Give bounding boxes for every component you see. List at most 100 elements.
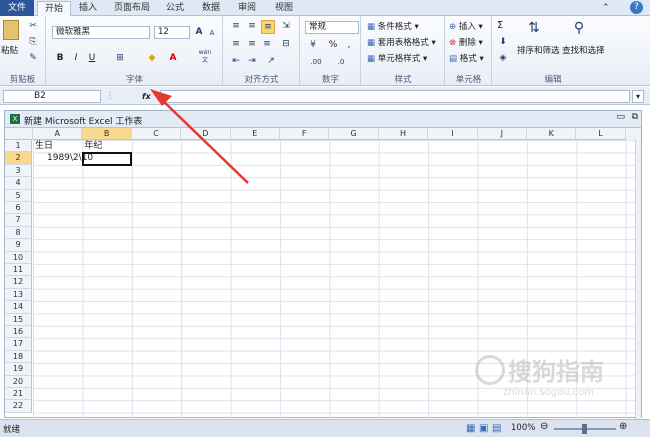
align-left-icon[interactable]: ≡ bbox=[230, 38, 242, 50]
column-header-k[interactable]: K bbox=[527, 128, 577, 140]
cell-b1[interactable]: 年纪 bbox=[84, 140, 163, 152]
row-header-10[interactable]: 10 bbox=[5, 251, 32, 264]
number-format-select[interactable]: 常规 bbox=[305, 21, 359, 34]
column-header-j[interactable]: J bbox=[477, 128, 527, 140]
clear-icon[interactable]: ◈ bbox=[497, 52, 509, 64]
merge-center-icon[interactable]: ⊟ bbox=[279, 38, 293, 50]
delete-cells-button[interactable]: ⊗ 删除 ▾ bbox=[449, 36, 483, 48]
format-painter-icon[interactable]: ✎ bbox=[27, 52, 39, 64]
view-normal-icon[interactable]: ▦ bbox=[466, 423, 475, 434]
font-name-select[interactable]: 微软雅黑 bbox=[52, 26, 150, 39]
align-bottom-icon[interactable]: ≡ bbox=[261, 20, 275, 34]
phonetic-icon[interactable]: wén 文 bbox=[197, 49, 213, 65]
row-header-20[interactable]: 20 bbox=[5, 375, 32, 388]
tab-review[interactable]: 审阅 bbox=[231, 1, 263, 16]
vertical-scrollbar[interactable] bbox=[635, 140, 641, 419]
fill-icon[interactable]: ⬇ bbox=[497, 36, 509, 48]
column-header-i[interactable]: I bbox=[428, 128, 478, 140]
zoom-out-icon[interactable]: ⊖ bbox=[540, 421, 548, 432]
autosum-button[interactable]: Σ bbox=[497, 20, 503, 31]
tab-formulas[interactable]: 公式 bbox=[159, 1, 191, 16]
minimize-ribbon-icon[interactable]: ⌃ bbox=[602, 1, 610, 16]
row-header-12[interactable]: 12 bbox=[5, 276, 32, 289]
increase-decimal-button[interactable]: .00 bbox=[306, 56, 326, 68]
row-header-7[interactable]: 7 bbox=[5, 214, 32, 227]
align-center-icon[interactable]: ≡ bbox=[246, 38, 258, 50]
conditional-formatting-button[interactable]: ▦ 条件格式 ▾ bbox=[367, 20, 419, 32]
cell-grid[interactable] bbox=[33, 140, 641, 419]
align-middle-icon[interactable]: ≡ bbox=[246, 20, 258, 32]
tab-insert[interactable]: 插入 bbox=[72, 1, 104, 16]
row-header-15[interactable]: 15 bbox=[5, 313, 32, 326]
column-header-a[interactable]: A bbox=[33, 128, 83, 140]
row-header-8[interactable]: 8 bbox=[5, 226, 32, 240]
shrink-font-icon[interactable]: A bbox=[207, 27, 217, 39]
format-cells-button[interactable]: ▤ 格式 ▾ bbox=[449, 52, 484, 64]
row-header-21[interactable]: 21 bbox=[5, 388, 32, 401]
column-header-f[interactable]: F bbox=[280, 128, 330, 140]
active-cell-selection[interactable] bbox=[82, 152, 132, 166]
grow-font-icon[interactable]: A bbox=[193, 26, 205, 38]
paste-icon[interactable] bbox=[3, 20, 19, 40]
currency-icon[interactable]: ¥ bbox=[306, 39, 320, 51]
column-header-d[interactable]: D bbox=[181, 128, 231, 140]
find-select-label[interactable]: 查找和选择 bbox=[562, 44, 605, 56]
tab-file[interactable]: 文件 bbox=[0, 0, 34, 16]
column-header-g[interactable]: G bbox=[329, 128, 379, 140]
decrease-decimal-button[interactable]: .0 bbox=[331, 56, 351, 68]
help-icon[interactable]: ? bbox=[630, 1, 643, 14]
bold-button[interactable]: B bbox=[54, 52, 66, 64]
sort-filter-icon[interactable]: ⇅ bbox=[524, 19, 544, 37]
formula-input[interactable] bbox=[160, 90, 630, 103]
orientation-icon[interactable]: ↗ bbox=[264, 55, 278, 67]
window-minimize-icon[interactable]: ▭ bbox=[616, 112, 625, 122]
zoom-level[interactable]: 100% bbox=[511, 423, 535, 433]
tab-home[interactable]: 开始 bbox=[37, 1, 72, 17]
fill-color-icon[interactable]: ◆ bbox=[145, 52, 159, 64]
row-header-17[interactable]: 17 bbox=[5, 338, 32, 351]
row-header-19[interactable]: 19 bbox=[5, 363, 32, 376]
window-restore-icon[interactable]: ⧉ bbox=[632, 112, 638, 122]
column-header-h[interactable]: H bbox=[378, 128, 429, 140]
underline-button[interactable]: U bbox=[86, 52, 98, 64]
row-header-3[interactable]: 3 bbox=[5, 164, 32, 178]
column-header-b[interactable]: B bbox=[82, 128, 132, 140]
italic-button[interactable]: I bbox=[70, 52, 82, 64]
row-header-22[interactable]: 22 bbox=[5, 400, 32, 413]
decrease-indent-icon[interactable]: ⇤ bbox=[230, 55, 242, 67]
zoom-in-icon[interactable]: ⊕ bbox=[619, 421, 627, 432]
increase-indent-icon[interactable]: ⇥ bbox=[246, 55, 258, 67]
paste-label[interactable]: 粘贴 bbox=[1, 44, 18, 56]
font-color-icon[interactable]: A bbox=[167, 52, 179, 64]
copy-icon[interactable]: ⎘ bbox=[27, 36, 39, 48]
row-header-1[interactable]: 1 bbox=[5, 140, 32, 153]
align-right-icon[interactable]: ≡ bbox=[261, 38, 273, 50]
row-header-2[interactable]: 2 bbox=[5, 152, 32, 165]
insert-cells-button[interactable]: ⊕ 插入 ▾ bbox=[449, 20, 483, 32]
row-header-9[interactable]: 9 bbox=[5, 239, 32, 252]
wrap-text-icon[interactable]: ⇲ bbox=[279, 20, 293, 32]
find-select-icon[interactable]: ⚲ bbox=[569, 19, 589, 37]
cell-styles-button[interactable]: ▦ 单元格样式 ▾ bbox=[367, 52, 427, 64]
tab-data[interactable]: 数据 bbox=[195, 1, 227, 16]
column-header-c[interactable]: C bbox=[131, 128, 182, 140]
insert-function-button[interactable]: fx bbox=[142, 90, 156, 103]
row-header-14[interactable]: 14 bbox=[5, 301, 32, 314]
row-header-5[interactable]: 5 bbox=[5, 189, 32, 202]
view-page-layout-icon[interactable]: ▣ bbox=[479, 423, 488, 434]
sort-filter-label[interactable]: 排序和筛选 bbox=[517, 44, 560, 56]
cut-icon[interactable]: ✂ bbox=[27, 20, 39, 32]
format-as-table-button[interactable]: ▦ 套用表格格式 ▾ bbox=[367, 36, 436, 48]
select-all-corner[interactable] bbox=[5, 128, 33, 140]
view-page-break-icon[interactable]: ▤ bbox=[492, 423, 501, 434]
expand-formula-icon[interactable]: ▾ bbox=[632, 90, 644, 103]
align-top-icon[interactable]: ≡ bbox=[230, 20, 242, 32]
zoom-slider-thumb[interactable] bbox=[582, 424, 587, 434]
border-icon[interactable]: ⊞ bbox=[113, 52, 127, 64]
name-box[interactable]: B2 bbox=[3, 90, 101, 103]
row-header-11[interactable]: 11 bbox=[5, 264, 32, 277]
comma-button[interactable]: , bbox=[343, 39, 355, 51]
row-header-16[interactable]: 16 bbox=[5, 326, 32, 339]
row-header-18[interactable]: 18 bbox=[5, 350, 32, 364]
row-header-6[interactable]: 6 bbox=[5, 202, 32, 215]
